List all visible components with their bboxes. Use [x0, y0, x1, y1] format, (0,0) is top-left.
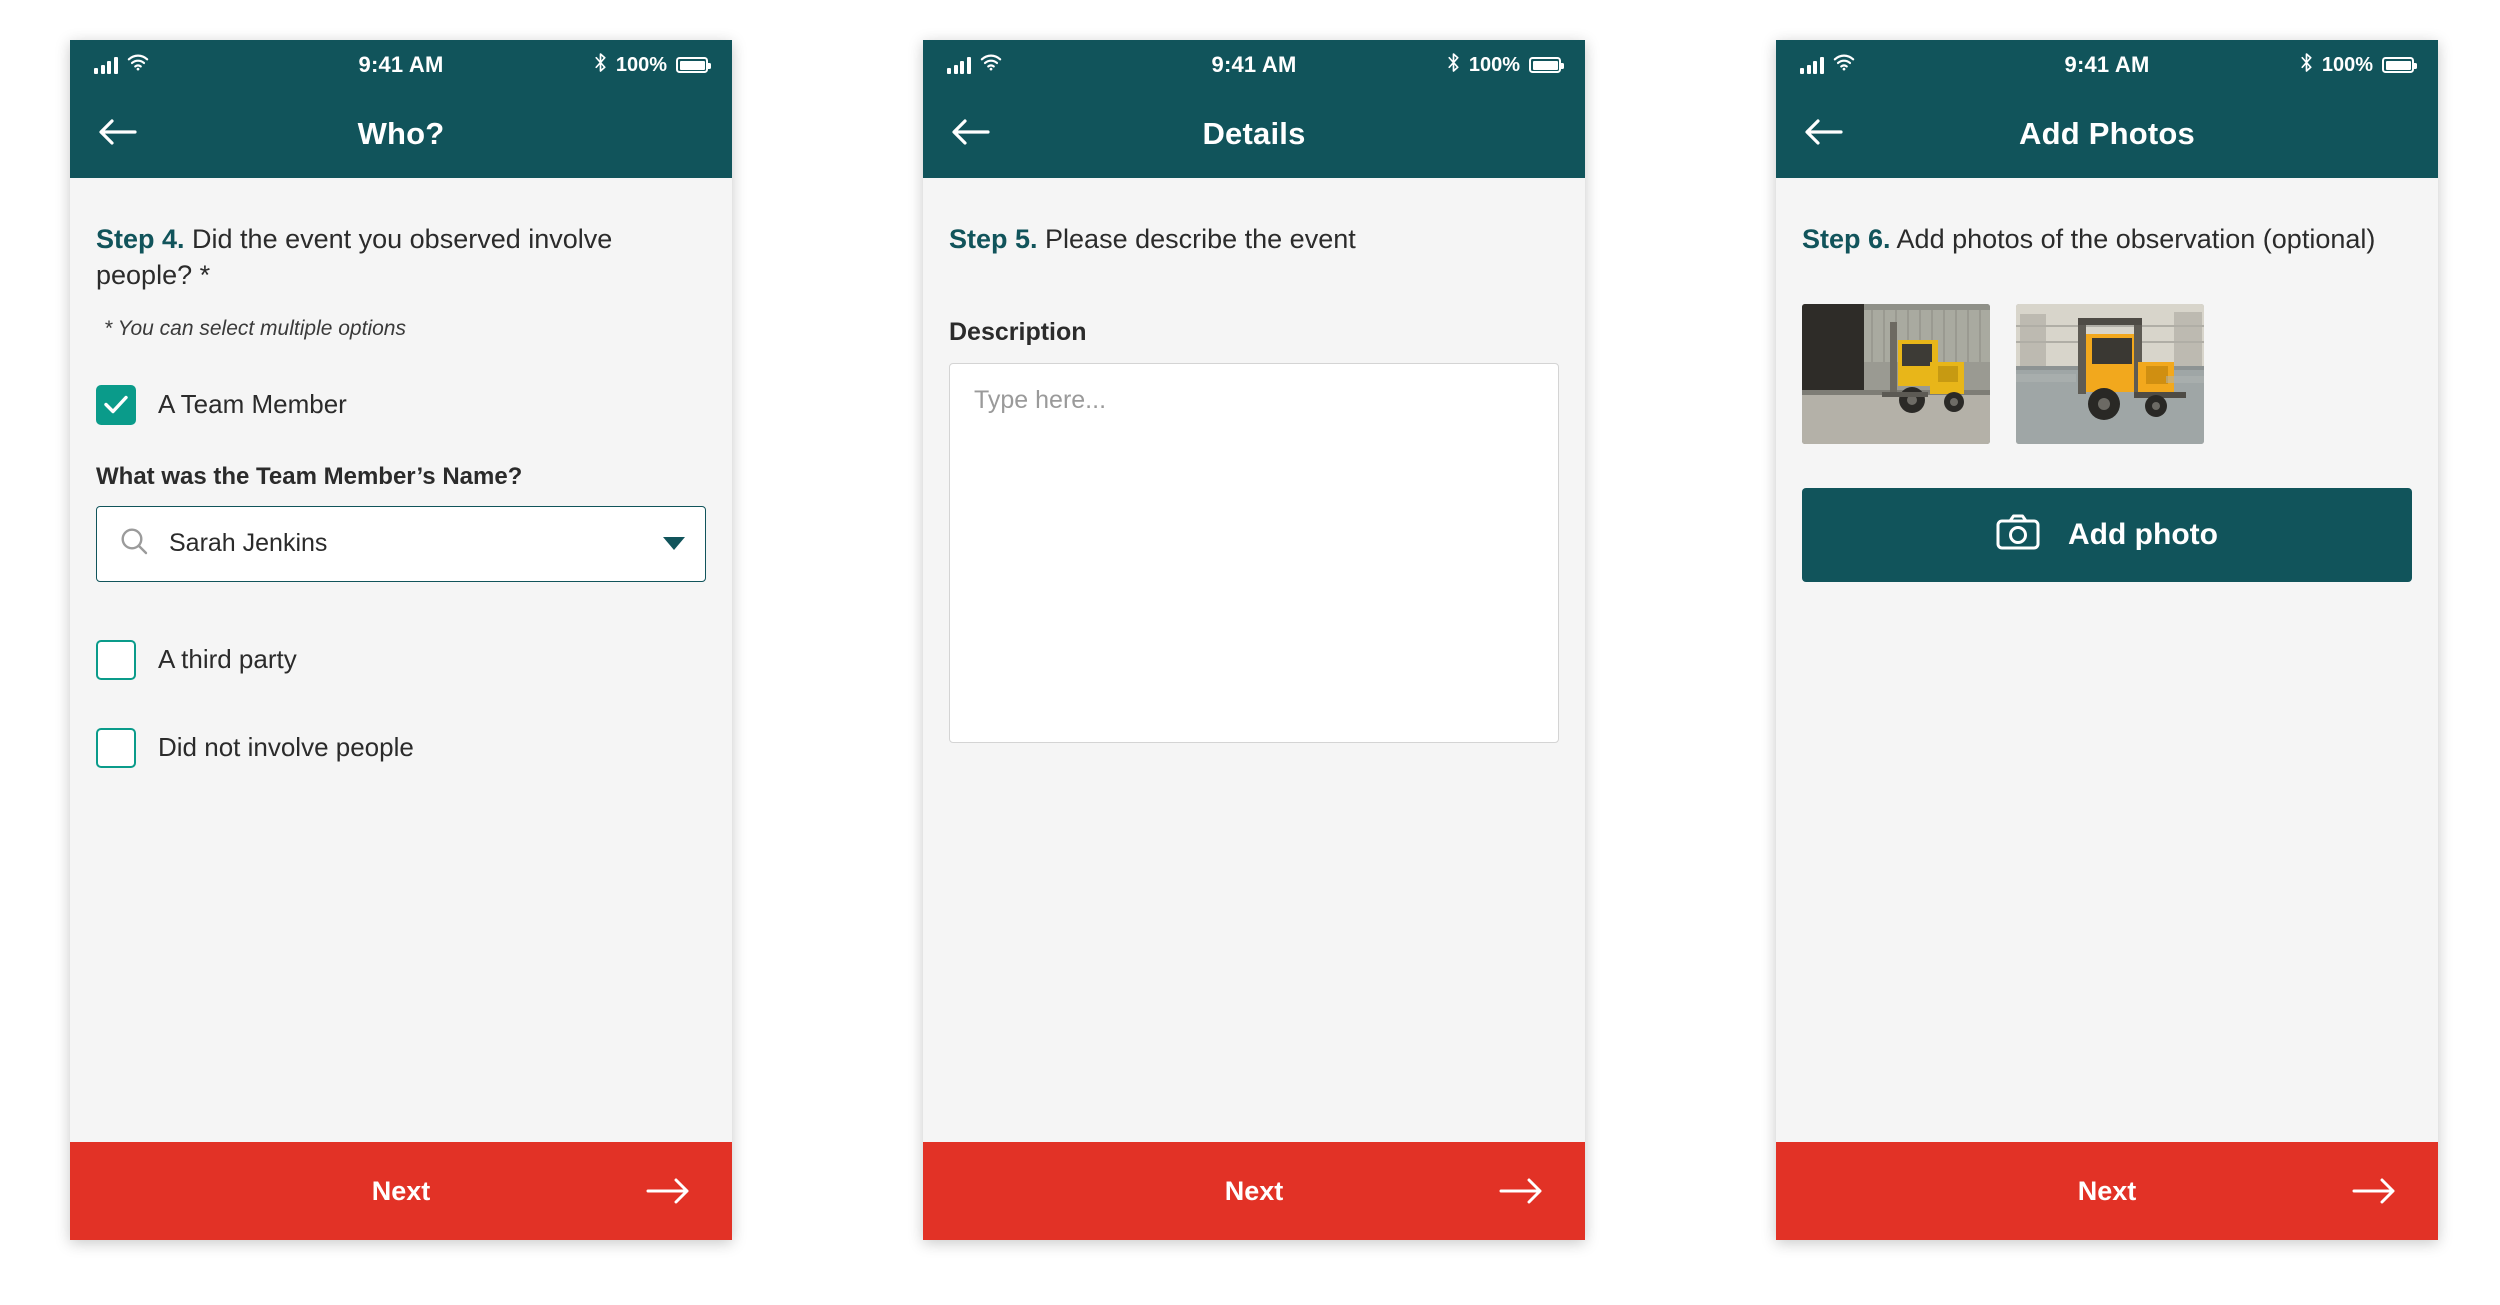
description-input[interactable]: Type here...: [949, 362, 1559, 743]
status-bar-time: 9:41 AM: [358, 52, 444, 77]
checkbox-third-party[interactable]: [96, 639, 136, 680]
page-title: Add Photos: [2019, 116, 2195, 151]
step-heading: Step 5. Please describe the event: [949, 222, 1559, 258]
checkbox-row-third-party[interactable]: A third party: [96, 639, 706, 680]
step-question: Add photos of the observation (optional): [1890, 224, 2376, 254]
status-bar-left: [947, 54, 1212, 76]
wifi-icon: [980, 54, 1002, 76]
status-bar-time: 9:41 AM: [1211, 52, 1297, 77]
bluetooth-icon: [2300, 53, 2313, 77]
signal-bars-icon: [1800, 56, 1824, 74]
battery-icon: [1529, 57, 1565, 73]
status-bar-time: 9:41 AM: [2064, 52, 2150, 77]
next-button[interactable]: Next: [923, 1142, 1585, 1240]
next-button-label: Next: [2077, 1175, 2137, 1206]
step-heading: Step 4. Did the event you observed invol…: [96, 222, 706, 294]
camera-icon: [1996, 514, 2040, 555]
battery-percent-label: 100%: [615, 53, 668, 76]
nav-bar: Who?: [70, 90, 732, 178]
phone-screen-who: 9:41 AM 100% Who? Step 4. Did the event …: [70, 40, 732, 1240]
checkbox-row-team-member[interactable]: A Team Member: [96, 384, 706, 425]
checkbox-label-team-member: A Team Member: [158, 389, 347, 420]
screen-content-who: Step 4. Did the event you observed invol…: [70, 178, 732, 1142]
checkbox-no-people[interactable]: [96, 727, 136, 768]
arrow-left-icon: [952, 117, 990, 152]
phone-screen-add-photos: 9:41 AM 100% Add Photos Step 6. Add phot…: [1776, 40, 2438, 1240]
bluetooth-icon: [1447, 53, 1460, 77]
checkbox-row-no-people[interactable]: Did not involve people: [96, 727, 706, 768]
status-bar: 9:41 AM 100%: [1776, 40, 2438, 90]
step-number: Step 5.: [949, 224, 1038, 254]
arrow-right-icon: [1499, 1178, 1543, 1204]
description-label: Description: [949, 317, 1087, 346]
status-bar-right: 100%: [1296, 53, 1565, 77]
battery-percent-label: 100%: [1468, 53, 1521, 76]
page-title: Details: [1202, 116, 1306, 151]
status-bar: 9:41 AM 100%: [70, 40, 732, 90]
phone-screen-details: 9:41 AM 100% Details Step 5. Please desc…: [923, 40, 1585, 1240]
status-bar-right: 100%: [443, 53, 712, 77]
status-bar: 9:41 AM 100%: [923, 40, 1585, 90]
search-icon: [119, 526, 149, 561]
status-bar-right: 100%: [2149, 53, 2418, 77]
step-question: Please describe the event: [1037, 224, 1356, 254]
next-button-label: Next: [1224, 1175, 1284, 1206]
team-member-name-select[interactable]: Sarah Jenkins: [96, 505, 706, 582]
add-photo-button[interactable]: Add photo: [1802, 487, 2412, 582]
chevron-down-icon[interactable]: [663, 537, 685, 551]
checkbox-team-member[interactable]: [96, 384, 136, 425]
team-member-name-value: Sarah Jenkins: [169, 529, 328, 558]
status-bar-left: [94, 54, 359, 76]
photo-thumbnail-list: [1802, 303, 2412, 444]
next-button[interactable]: Next: [70, 1142, 732, 1240]
screen-content-details: Step 5. Please describe the event Descri…: [923, 178, 1585, 1142]
next-button[interactable]: Next: [1776, 1142, 2438, 1240]
wifi-icon: [1833, 54, 1855, 76]
forklift-photo-1[interactable]: [1802, 303, 1990, 444]
screen-content-add-photos: Step 6. Add photos of the observation (o…: [1776, 178, 2438, 1142]
step-number: Step 4.: [96, 224, 185, 254]
arrow-right-icon: [2352, 1178, 2396, 1204]
back-button[interactable]: [945, 108, 997, 160]
status-bar-left: [1800, 54, 2065, 76]
page-title: Who?: [357, 116, 445, 151]
multi-select-hint: * You can select multiple options: [104, 316, 406, 340]
screenshot-canvas: 9:41 AM 100% Who? Step 4. Did the event …: [0, 0, 2500, 1305]
nav-bar: Add Photos: [1776, 90, 2438, 178]
arrow-left-icon: [99, 117, 137, 152]
next-button-label: Next: [371, 1175, 431, 1206]
add-photo-label: Add photo: [2068, 517, 2218, 551]
step-number: Step 6.: [1802, 224, 1891, 254]
arrow-right-icon: [646, 1178, 690, 1204]
signal-bars-icon: [94, 56, 118, 74]
bluetooth-icon: [594, 53, 607, 77]
back-button[interactable]: [1798, 108, 1850, 160]
battery-percent-label: 100%: [2321, 53, 2374, 76]
checkbox-label-no-people: Did not involve people: [158, 732, 414, 763]
nav-bar: Details: [923, 90, 1585, 178]
check-icon: [104, 396, 128, 414]
back-button[interactable]: [92, 108, 144, 160]
battery-icon: [676, 57, 712, 73]
step-heading: Step 6. Add photos of the observation (o…: [1802, 222, 2412, 258]
wifi-icon: [127, 54, 149, 76]
signal-bars-icon: [947, 56, 971, 74]
battery-icon: [2382, 57, 2418, 73]
forklift-photo-2[interactable]: [2016, 303, 2204, 444]
checkbox-label-third-party: A third party: [158, 644, 297, 675]
team-member-name-label: What was the Team Member’s Name?: [96, 462, 523, 490]
arrow-left-icon: [1805, 117, 1843, 152]
